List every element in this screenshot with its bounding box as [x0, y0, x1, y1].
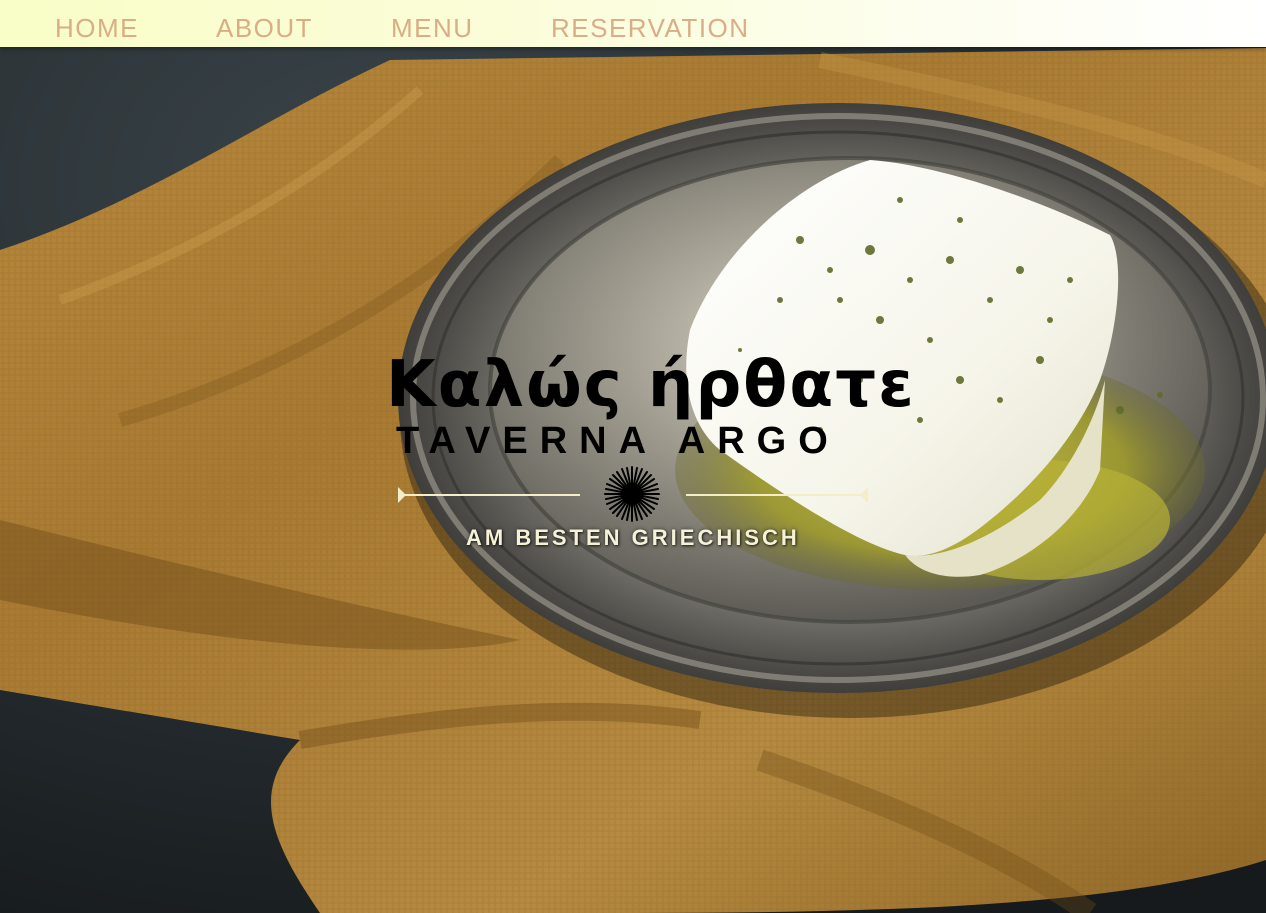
top-navigation-bar: HOME ABOUT MENU RESERVATION: [0, 0, 1266, 47]
welcome-heading: Καλώς ήρθατε: [386, 348, 916, 422]
sunburst-icon: [604, 466, 660, 522]
nav-link-menu[interactable]: MENU: [391, 13, 474, 43]
brand-name: TAVERNA ARGO: [396, 420, 840, 462]
ornamental-divider: [398, 466, 868, 522]
nav-link-home[interactable]: HOME: [55, 13, 139, 43]
nav-link-about[interactable]: ABOUT: [216, 13, 313, 43]
page: HOME ABOUT MENU RESERVATION Καλώς ήρθατε…: [0, 0, 1266, 913]
tagline: AM BESTEN GRIECHISCH: [466, 525, 800, 550]
nav-link-reservation[interactable]: RESERVATION: [551, 13, 750, 43]
